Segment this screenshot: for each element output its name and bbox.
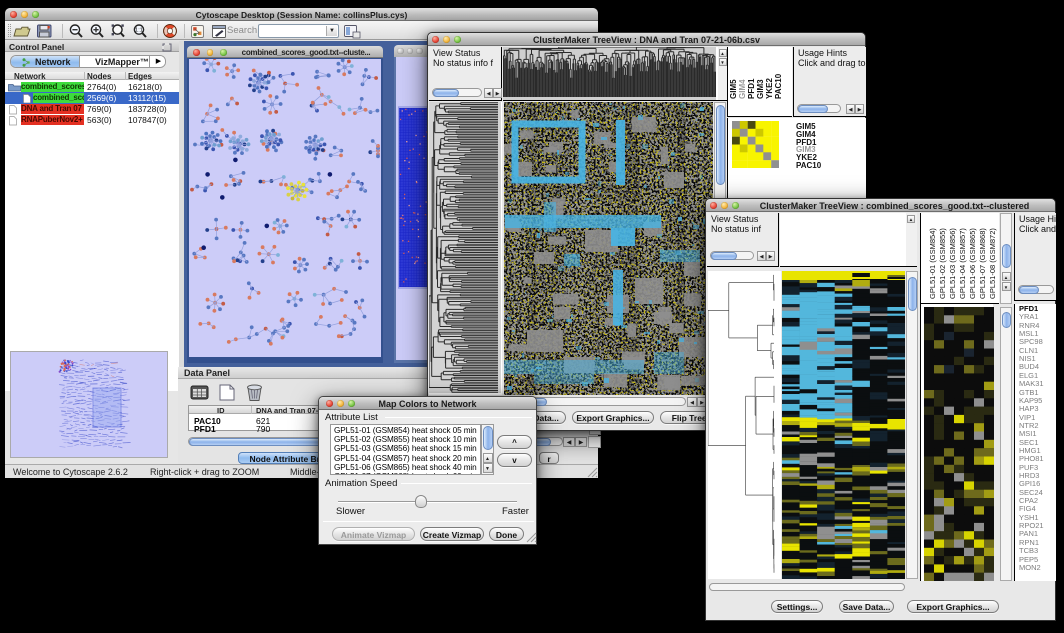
svg-text:1:1: 1:1 — [135, 28, 143, 34]
